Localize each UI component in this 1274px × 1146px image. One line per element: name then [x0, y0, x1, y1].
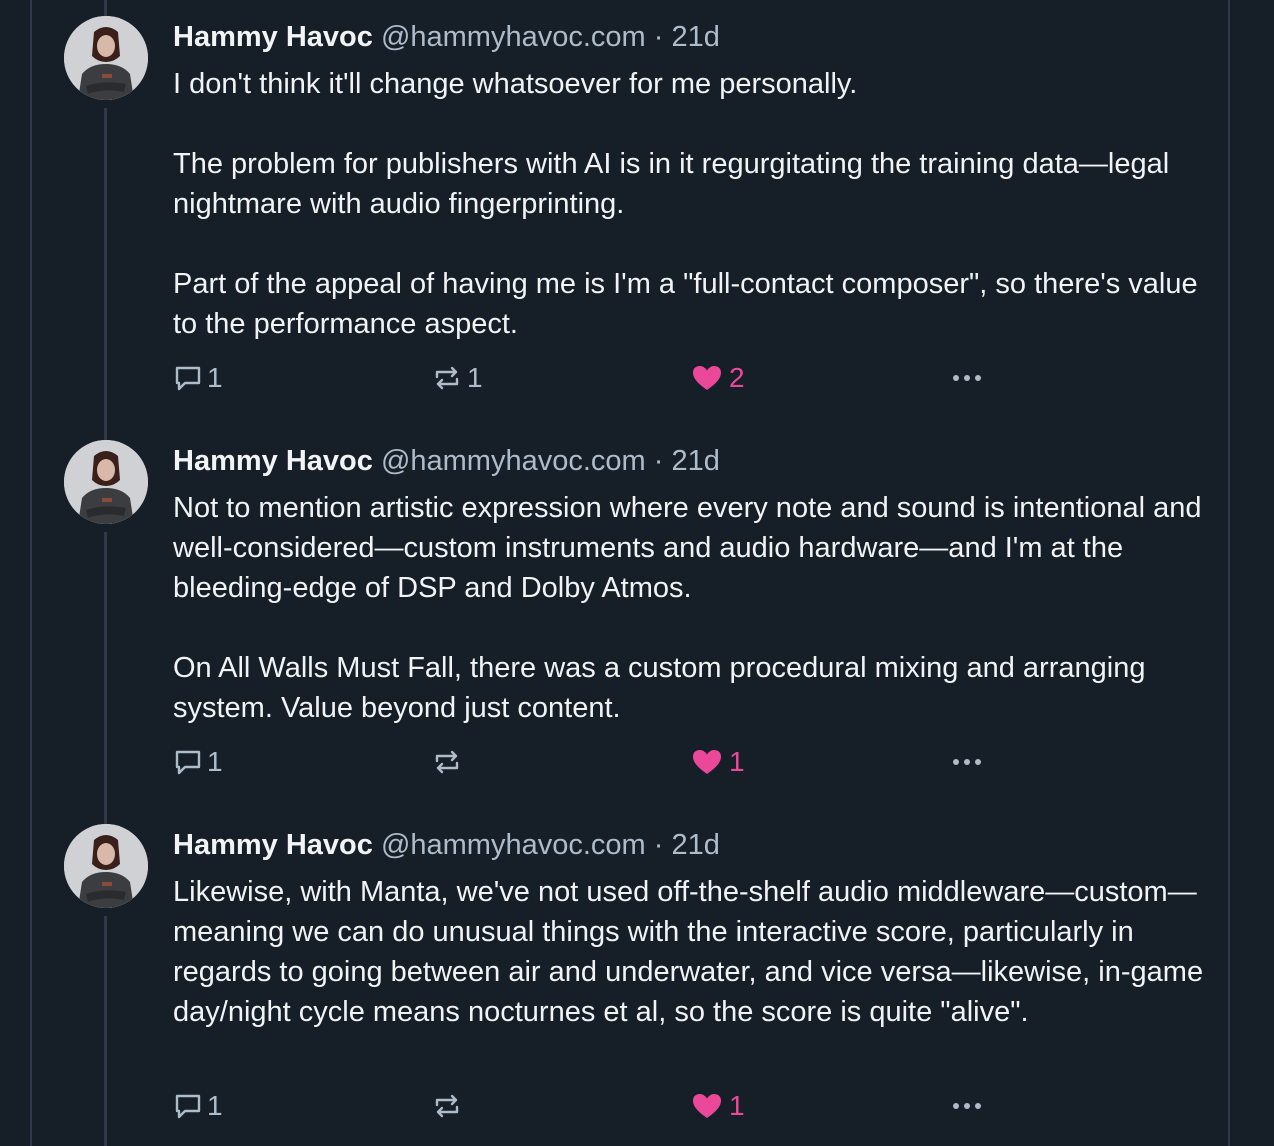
post-header: Hammy Havoc @hammyhavoc.com · 21d [173, 442, 1213, 480]
post[interactable]: Hammy Havoc @hammyhavoc.com · 21d Not to… [0, 424, 1274, 808]
like-count: 2 [729, 362, 745, 393]
reply-count: 1 [207, 746, 223, 777]
reply-button[interactable]: 1 [173, 742, 223, 782]
post-timestamp[interactable]: 21d [671, 829, 719, 861]
heart-icon [693, 366, 721, 390]
author-name[interactable]: Hammy Havoc [173, 21, 373, 53]
author-handle[interactable]: @hammyhavoc.com [381, 445, 646, 477]
separator-dot: · [653, 21, 664, 53]
speech-bubble-icon [175, 366, 201, 391]
heart-icon [693, 1094, 721, 1118]
post-timestamp[interactable]: 21d [671, 445, 719, 477]
post-header: Hammy Havoc @hammyhavoc.com · 21d [173, 826, 1213, 864]
post[interactable]: Hammy Havoc @hammyhavoc.com · 21d Likewi… [0, 808, 1274, 1146]
post-actions: 1 1 [173, 742, 993, 782]
post-paragraph: Not to mention artistic expression where… [173, 492, 1202, 604]
more-options-button[interactable] [949, 358, 985, 398]
speech-bubble-icon [175, 1094, 201, 1119]
author-handle[interactable]: @hammyhavoc.com [381, 829, 646, 861]
like-button[interactable]: 1 [691, 742, 745, 782]
post-paragraph: Part of the appeal of having me is I'm a… [173, 268, 1198, 340]
post-actions: 1 1 [173, 1086, 993, 1126]
post-body: I don't think it'll change whatsoever fo… [173, 64, 1213, 344]
like-button[interactable]: 1 [691, 1086, 745, 1126]
like-count: 1 [729, 746, 745, 777]
post-actions: 1 1 2 [173, 358, 993, 398]
more-options-button[interactable] [949, 1086, 985, 1126]
repost-arrows-icon [435, 1094, 459, 1118]
reply-count: 1 [207, 362, 223, 393]
heart-icon [693, 750, 721, 774]
post-timestamp[interactable]: 21d [671, 21, 719, 53]
reply-button[interactable]: 1 [173, 1086, 223, 1126]
avatar[interactable] [64, 16, 148, 100]
repost-button[interactable] [431, 742, 467, 782]
post-header: Hammy Havoc @hammyhavoc.com · 21d [173, 18, 1213, 56]
separator-dot: · [653, 445, 664, 477]
avatar[interactable] [64, 440, 148, 524]
speech-bubble-icon [175, 750, 201, 775]
post-body: Not to mention artistic expression where… [173, 488, 1213, 728]
post[interactable]: Hammy Havoc @hammyhavoc.com · 21d I don'… [0, 0, 1274, 424]
post-paragraph: Likewise, with Manta, we've not used off… [173, 876, 1204, 1028]
post-body: Likewise, with Manta, we've not used off… [173, 872, 1213, 1032]
reply-count: 1 [207, 1090, 223, 1121]
like-button[interactable]: 2 [691, 358, 745, 398]
author-name[interactable]: Hammy Havoc [173, 445, 373, 477]
author-name[interactable]: Hammy Havoc [173, 829, 373, 861]
author-handle[interactable]: @hammyhavoc.com [381, 21, 646, 53]
repost-arrows-icon [435, 366, 459, 390]
ellipsis-icon [953, 1103, 981, 1109]
avatar[interactable] [64, 824, 148, 908]
post-paragraph: I don't think it'll change whatsoever fo… [173, 68, 858, 100]
ellipsis-icon [953, 759, 981, 765]
repost-button[interactable]: 1 [431, 358, 483, 398]
repost-button[interactable] [431, 1086, 467, 1126]
reply-button[interactable]: 1 [173, 358, 223, 398]
repost-arrows-icon [435, 750, 459, 774]
repost-count: 1 [467, 362, 483, 393]
more-options-button[interactable] [949, 742, 985, 782]
like-count: 1 [729, 1090, 745, 1121]
ellipsis-icon [953, 375, 981, 381]
post-paragraph: The problem for publishers with AI is in… [173, 148, 1170, 220]
separator-dot: · [653, 829, 664, 861]
post-paragraph: On All Walls Must Fall, there was a cust… [173, 652, 1146, 724]
